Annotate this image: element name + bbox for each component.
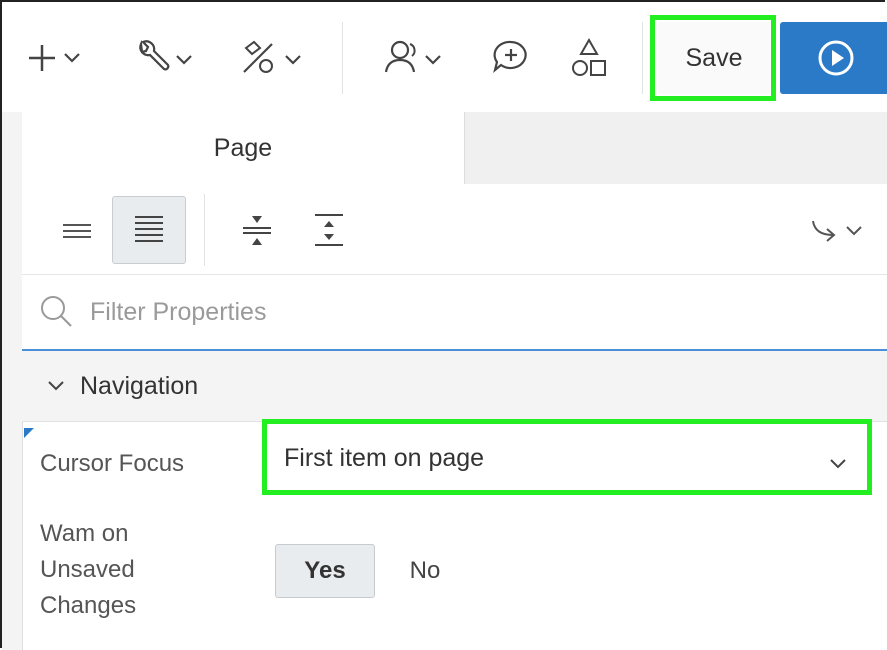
toolbar-separator xyxy=(642,22,643,94)
show-all-button[interactable] xyxy=(112,196,186,264)
cursor-focus-select[interactable]: First item on page xyxy=(268,425,864,491)
expand-rows-icon xyxy=(135,216,163,242)
go-to-group-button[interactable] xyxy=(802,196,876,264)
section-title: Navigation xyxy=(80,371,199,400)
property-view-toolbar xyxy=(22,184,887,275)
wrench-icon xyxy=(139,39,192,71)
warn-unsaved-no-option[interactable]: No xyxy=(385,544,465,598)
search-icon xyxy=(38,293,74,334)
shared-components-button[interactable] xyxy=(130,30,200,86)
warn-unsaved-label-line: Wam on xyxy=(40,520,129,547)
run-page-button[interactable] xyxy=(780,22,887,94)
warn-unsaved-label: Wam on Unsaved Changes xyxy=(40,516,136,624)
shapes-button[interactable] xyxy=(564,30,614,86)
comment-add-icon xyxy=(493,40,527,74)
modified-marker xyxy=(24,428,34,438)
toolbar-separator xyxy=(342,22,343,94)
expand-all-icon xyxy=(315,214,343,246)
chevron-down-icon xyxy=(828,449,848,478)
left-pane-edge xyxy=(2,112,23,650)
filter-properties-input[interactable] xyxy=(88,289,852,335)
play-circle-icon xyxy=(818,40,854,76)
team-development-button[interactable] xyxy=(380,30,450,86)
plus-icon xyxy=(29,45,80,71)
team-icon xyxy=(384,40,441,73)
feedback-button[interactable] xyxy=(486,30,536,86)
filter-bar xyxy=(22,275,887,351)
utilities-icon xyxy=(243,40,301,73)
show-common-button[interactable] xyxy=(40,196,114,264)
warn-unsaved-label-line: Unsaved xyxy=(40,556,135,583)
tab-page[interactable]: Page xyxy=(22,112,465,185)
utilities-button[interactable] xyxy=(238,30,308,86)
collapse-all-icon xyxy=(243,216,271,245)
create-menu-button[interactable] xyxy=(24,30,90,86)
shapes-icon xyxy=(572,37,606,76)
expand-all-button[interactable] xyxy=(292,196,366,264)
navigation-section-header[interactable]: Navigation xyxy=(22,351,887,422)
property-tabs: Page xyxy=(22,112,887,185)
collapse-rows-icon xyxy=(63,224,91,238)
collapse-all-button[interactable] xyxy=(220,196,294,264)
go-to-group-icon xyxy=(812,220,862,242)
warn-unsaved-label-line: Changes xyxy=(40,592,137,619)
cursor-focus-value: First item on page xyxy=(284,443,485,472)
viewbar-separator xyxy=(204,194,205,266)
chevron-down-icon xyxy=(46,378,66,394)
top-toolbar: Save xyxy=(2,2,887,113)
cursor-focus-label: Cursor Focus xyxy=(40,450,185,477)
warn-unsaved-yes-option[interactable]: Yes xyxy=(275,544,375,598)
save-button[interactable]: Save xyxy=(658,22,770,94)
